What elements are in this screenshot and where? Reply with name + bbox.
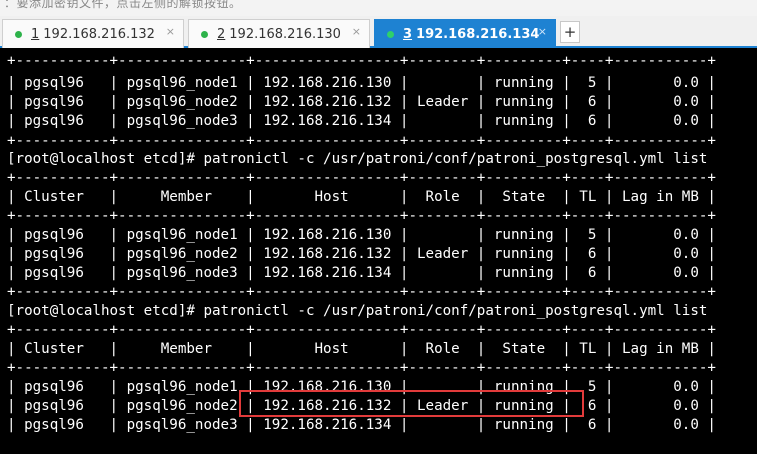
connected-status-icon [387, 30, 394, 38]
tab-session-1[interactable]: 1 192.168.216.132 × [2, 19, 184, 48]
tab-label: 192.168.216.134 [416, 26, 540, 42]
terminal-line: +-----------+---------------+-----------… [7, 170, 716, 186]
terminal-line: | pgsql96 | pgsql96_node3 | 192.168.216.… [7, 113, 716, 129]
close-tab-icon[interactable]: × [352, 25, 361, 38]
tab-session-3[interactable]: 3 192.168.216.134 × [374, 19, 556, 48]
table-header-row: | Cluster | Member | Host | Role | State… [7, 189, 716, 205]
tab-bar: 1 192.168.216.132 × 2 192.168.216.130 × … [0, 16, 757, 48]
terminal-line: +-----------+---------------+-----------… [7, 322, 716, 338]
terminal-line: +-----------+---------------+-----------… [7, 133, 716, 149]
connected-status-icon [15, 30, 22, 38]
tab-number: 3 [403, 26, 413, 42]
tab-number: 2 [217, 26, 226, 42]
terminal-output[interactable]: +-----------+---------------+-----------… [0, 50, 757, 454]
table-header-row: | Cluster | Member | Host | Role | State… [7, 341, 716, 357]
notification-text: ：要添加密钥文件，点击左侧的解锁按钮。 [4, 0, 242, 10]
connected-status-icon [201, 30, 208, 38]
tab-label: 192.168.216.130 [229, 26, 341, 42]
table-row: | pgsql96 | pgsql96_node3 | 192.168.216.… [7, 417, 716, 433]
table-row: | pgsql96 | pgsql96_node1 | 192.168.216.… [7, 227, 716, 243]
table-row: | pgsql96 | pgsql96_node3 | 192.168.216.… [7, 265, 716, 281]
tab-number: 1 [31, 26, 40, 42]
add-tab-button[interactable]: + [560, 21, 580, 43]
close-tab-icon[interactable]: × [538, 25, 547, 38]
terminal-line: | pgsql96 | pgsql96_node1 | 192.168.216.… [7, 75, 716, 91]
tab-label: 192.168.216.132 [43, 26, 155, 42]
terminal-line: +-----------+---------------+-----------… [7, 208, 716, 224]
table-row: | pgsql96 | pgsql96_node2 | 192.168.216.… [7, 246, 716, 262]
leader-highlight-box [239, 390, 584, 417]
terminal-line: +-----------+---------------+-----------… [7, 53, 716, 69]
notification-strip: ：要添加密钥文件，点击左侧的解锁按钮。 [0, 0, 757, 16]
terminal-line: +-----------+---------------+-----------… [7, 284, 716, 300]
tab-session-2[interactable]: 2 192.168.216.130 × [188, 19, 370, 48]
close-tab-icon[interactable]: × [166, 25, 175, 38]
terminal-command: [root@localhost etcd]# patronictl -c /us… [7, 303, 708, 319]
terminal-line: +-----------+---------------+-----------… [7, 360, 716, 376]
terminal-command: [root@localhost etcd]# patronictl -c /us… [7, 151, 708, 167]
terminal-line: | pgsql96 | pgsql96_node2 | 192.168.216.… [7, 94, 716, 110]
